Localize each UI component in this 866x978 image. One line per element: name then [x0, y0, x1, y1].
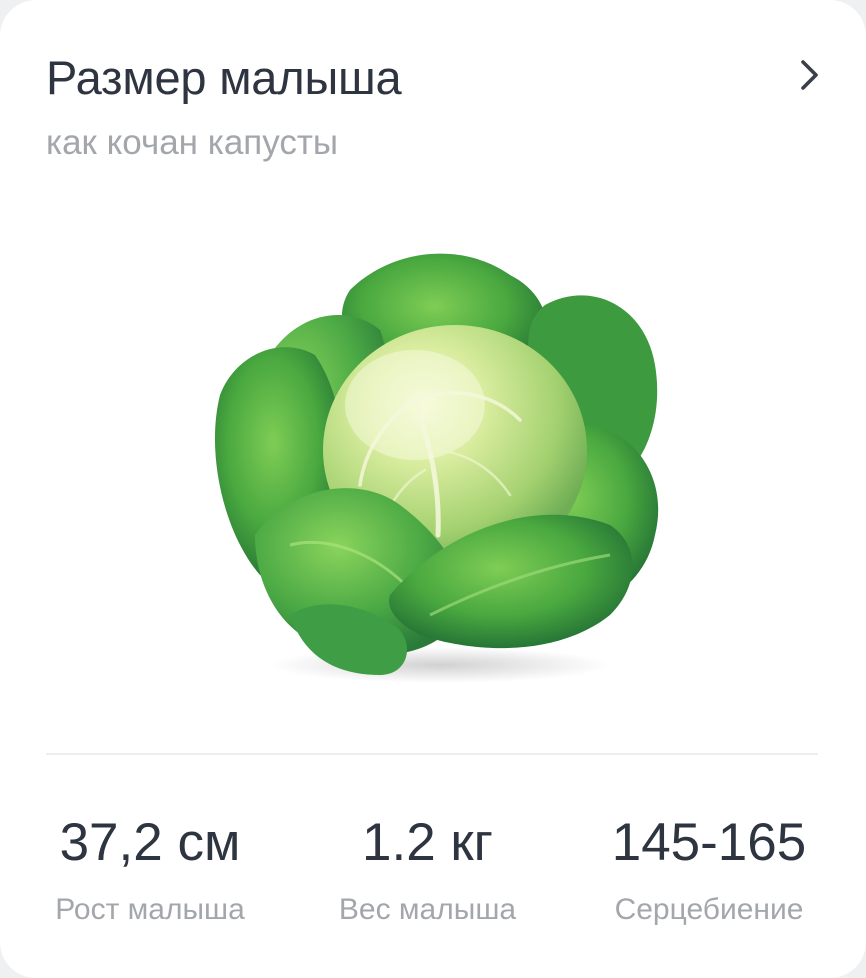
card-title: Размер малыша [46, 51, 402, 104]
cabbage-illustration [214, 253, 659, 683]
card-subtitle: как кочан капусты [46, 123, 339, 162]
heartbeat-label: Серцебиение [614, 893, 804, 926]
heartbeat-value: 145-165 [611, 813, 807, 872]
baby-size-header-link[interactable]: Размер малыша как кочан капусты [0, 0, 866, 200]
height-value: 37,2 см [59, 813, 241, 872]
height-label: Рост малыша [55, 893, 245, 926]
divider [46, 753, 818, 755]
baby-size-card: Размер малыша как кочан капусты 37,2 см … [0, 0, 866, 978]
chevron-right-icon[interactable] [794, 58, 824, 92]
weight-label: Вес малыша [338, 893, 517, 926]
weight-value: 1.2 кг [362, 813, 493, 872]
